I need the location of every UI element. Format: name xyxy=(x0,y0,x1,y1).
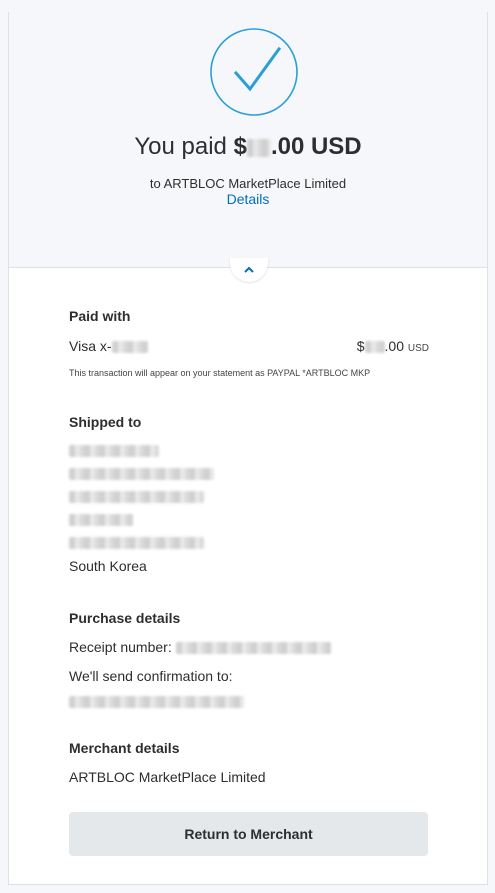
address-line xyxy=(69,439,429,462)
address-country: South Korea xyxy=(69,557,147,574)
redacted-amount xyxy=(364,341,385,354)
return-to-merchant-button[interactable]: Return to Merchant xyxy=(69,812,428,856)
currency-code: USD xyxy=(407,343,429,354)
purchase-details-section: Purchase details Receipt number: We'll s… xyxy=(69,610,429,711)
chevron-up-icon xyxy=(244,266,254,273)
redacted-card-number xyxy=(111,341,148,354)
paid-with-title: Paid with xyxy=(69,308,131,324)
redacted-email xyxy=(69,695,244,708)
purchase-details-title: Purchase details xyxy=(69,610,181,626)
address-line xyxy=(69,485,429,508)
amount-prefix: You paid xyxy=(134,133,234,160)
paid-with-section: Paid with Visa x- $ .00 USD This transact… xyxy=(69,308,429,378)
receipt-number-row: Receipt number: xyxy=(69,639,429,655)
confirmation-email xyxy=(69,693,429,711)
address-line xyxy=(69,508,429,531)
payment-method-row: Visa x- $ .00 USD xyxy=(69,338,429,354)
shipped-to-title: Shipped to xyxy=(69,414,142,430)
merchant-line: to ARTBLOC MarketPlace Limited xyxy=(149,176,347,191)
payment-amount: $ .00 USD xyxy=(356,338,429,354)
merchant-name: ARTBLOC MarketPlace Limited xyxy=(69,769,266,785)
payment-method: Visa x- xyxy=(69,338,148,354)
redacted-amount xyxy=(246,138,271,157)
address-line xyxy=(69,531,429,554)
address-line xyxy=(69,462,429,485)
merchant-details-title: Merchant details xyxy=(69,740,180,756)
collapse-button[interactable] xyxy=(230,258,268,282)
payment-summary-header: You paid $ .00 USD to ARTBLOC MarketPlace… xyxy=(9,12,487,268)
statement-note: This transaction will appear on your sta… xyxy=(69,368,371,378)
shipped-to-section: Shipped to South Korea xyxy=(69,414,429,577)
details-link[interactable]: Details xyxy=(9,191,487,207)
redacted-receipt-number xyxy=(175,642,331,655)
amount-paid-heading: You paid $ .00 USD xyxy=(9,133,487,161)
merchant-details-section: Merchant details ARTBLOC MarketPlace Lim… xyxy=(69,740,429,785)
payment-receipt-card: You paid $ .00 USD to ARTBLOC MarketPlace… xyxy=(8,12,488,885)
check-circle-icon xyxy=(210,28,298,116)
amount-value: $ .00 USD xyxy=(233,133,362,160)
confirmation-label: We'll send confirmation to: xyxy=(69,668,233,684)
shipping-address: South Korea xyxy=(69,439,429,577)
